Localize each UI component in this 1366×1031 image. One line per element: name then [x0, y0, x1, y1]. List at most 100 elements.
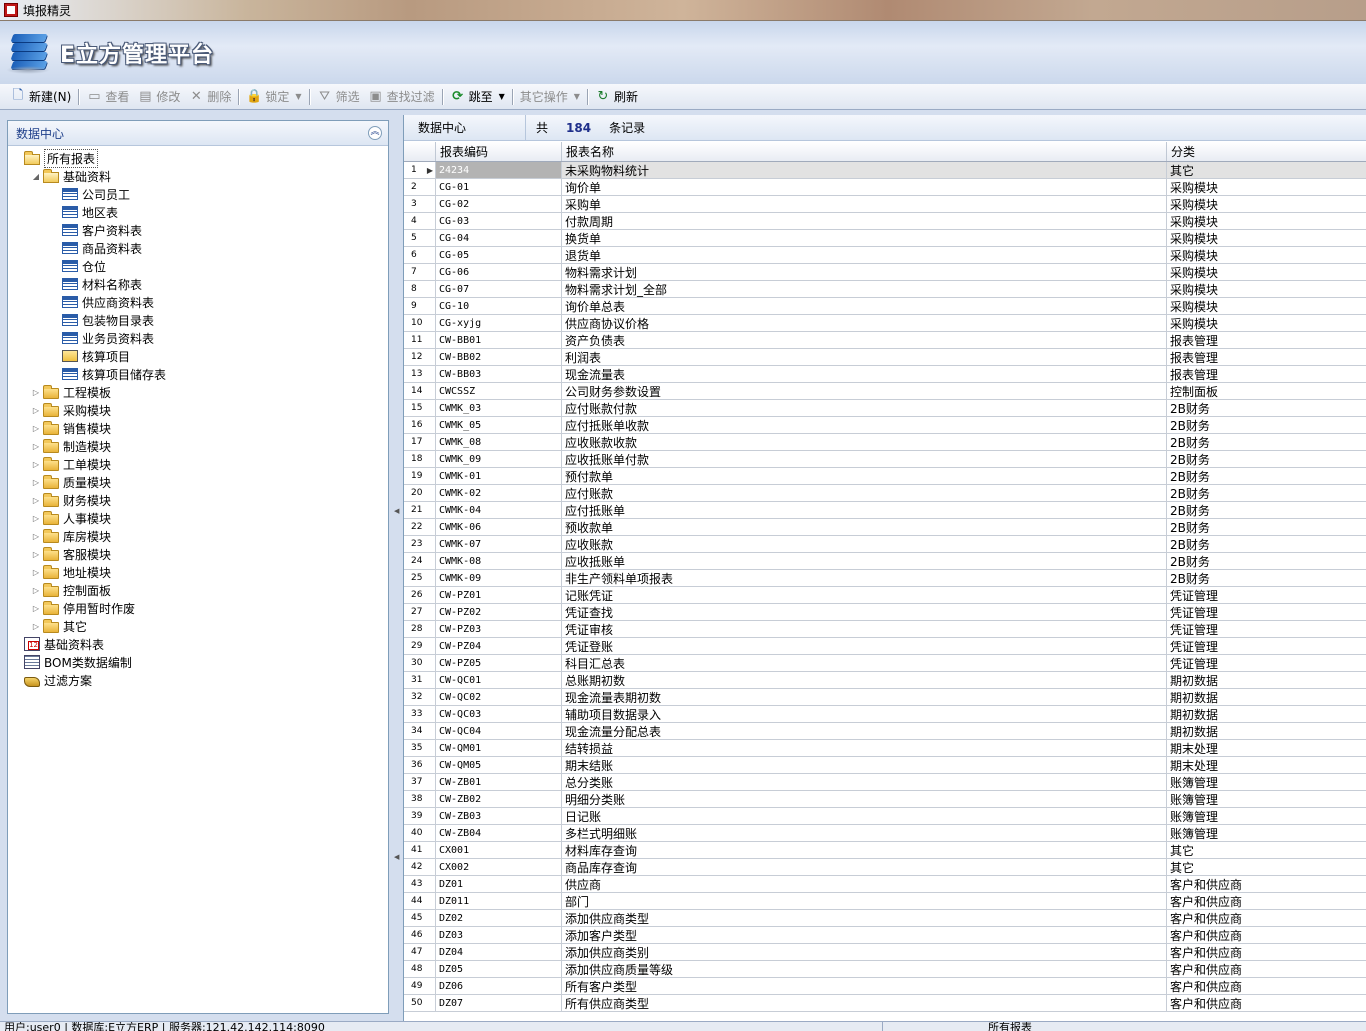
report-name-cell[interactable]: 现金流量表期初数: [562, 689, 1167, 705]
row-number[interactable]: 30: [404, 655, 436, 671]
row-number[interactable]: 33: [404, 706, 436, 722]
report-name-cell[interactable]: 所有供应商类型: [562, 995, 1167, 1011]
report-category-cell[interactable]: 账簿管理: [1167, 774, 1366, 790]
table-row[interactable]: 25 CWMK-09 非生产领料单项报表 2B财务: [404, 570, 1366, 587]
row-number[interactable]: 5: [404, 230, 436, 246]
report-code-cell[interactable]: CWMK_09: [436, 451, 562, 467]
report-category-cell[interactable]: 客户和供应商: [1167, 893, 1366, 909]
splitter-grip-icon[interactable]: ◀: [394, 853, 399, 861]
table-row[interactable]: 27 CW-PZ02 凭证查找 凭证管理: [404, 604, 1366, 621]
row-number[interactable]: 45: [404, 910, 436, 926]
table-row[interactable]: 6 CG-05 退货单 采购模块: [404, 247, 1366, 264]
report-name-cell[interactable]: 应付抵账单收款: [562, 417, 1167, 433]
report-category-cell[interactable]: 采购模块: [1167, 196, 1366, 212]
report-category-cell[interactable]: 账簿管理: [1167, 808, 1366, 824]
row-number[interactable]: 24: [404, 553, 436, 569]
toolbar-button-1[interactable]: ▭ 查看: [82, 86, 133, 108]
table-row[interactable]: 16 CWMK_05 应付抵账单收款 2B财务: [404, 417, 1366, 434]
column-header-category[interactable]: 分类: [1167, 142, 1366, 161]
report-category-cell[interactable]: 期初数据: [1167, 672, 1366, 688]
toolbar-button-9[interactable]: ↻ 刷新: [591, 86, 642, 108]
report-name-cell[interactable]: 利润表: [562, 349, 1167, 365]
collapsed-arrow-icon[interactable]: ▷: [31, 622, 41, 631]
report-category-cell[interactable]: 2B财务: [1167, 434, 1366, 450]
collapsed-arrow-icon[interactable]: ▷: [31, 496, 41, 505]
report-name-cell[interactable]: 多栏式明细账: [562, 825, 1167, 841]
table-row[interactable]: 42 CX002 商品库存查询 其它: [404, 859, 1366, 876]
collapsed-arrow-icon[interactable]: ▷: [31, 424, 41, 433]
report-code-cell[interactable]: CWMK_08: [436, 434, 562, 450]
report-name-cell[interactable]: 采购单: [562, 196, 1167, 212]
table-row[interactable]: 20 CWMK-02 应付账款 2B财务: [404, 485, 1366, 502]
row-number[interactable]: 25: [404, 570, 436, 586]
report-category-cell[interactable]: 2B财务: [1167, 553, 1366, 569]
report-code-cell[interactable]: CWCSSZ: [436, 383, 562, 399]
table-row[interactable]: 19 CWMK-01 预付款单 2B财务: [404, 468, 1366, 485]
collapsed-arrow-icon[interactable]: ▷: [31, 532, 41, 541]
table-row[interactable]: 49 DZ06 所有客户类型 客户和供应商: [404, 978, 1366, 995]
report-name-cell[interactable]: 现金流量表: [562, 366, 1167, 382]
report-category-cell[interactable]: 采购模块: [1167, 315, 1366, 331]
report-code-cell[interactable]: CW-QM01: [436, 740, 562, 756]
report-name-cell[interactable]: 预收款单: [562, 519, 1167, 535]
tree-node[interactable]: ▷ 工单模块: [8, 455, 388, 473]
tree-node[interactable]: ▷ 财务模块: [8, 491, 388, 509]
table-row[interactable]: 26 CW-PZ01 记账凭证 凭证管理: [404, 587, 1366, 604]
report-category-cell[interactable]: 2B财务: [1167, 570, 1366, 586]
row-number[interactable]: 38: [404, 791, 436, 807]
report-code-cell[interactable]: CW-QM05: [436, 757, 562, 773]
report-name-cell[interactable]: 凭证查找: [562, 604, 1167, 620]
row-number[interactable]: 12: [404, 349, 436, 365]
toolbar-button-7[interactable]: ⟳ 跳至 ▼: [446, 86, 509, 108]
report-category-cell[interactable]: 期初数据: [1167, 689, 1366, 705]
report-name-cell[interactable]: 退货单: [562, 247, 1167, 263]
report-category-cell[interactable]: 采购模块: [1167, 213, 1366, 229]
table-row[interactable]: 15 CWMK_03 应付账款付款 2B财务: [404, 400, 1366, 417]
row-number[interactable]: 43: [404, 876, 436, 892]
report-name-cell[interactable]: 现金流量分配总表: [562, 723, 1167, 739]
report-code-cell[interactable]: CWMK-09: [436, 570, 562, 586]
report-category-cell[interactable]: 采购模块: [1167, 298, 1366, 314]
report-code-cell[interactable]: DZ03: [436, 927, 562, 943]
report-name-cell[interactable]: 应付账款: [562, 485, 1167, 501]
table-row[interactable]: 12 CW-BB02 利润表 报表管理: [404, 349, 1366, 366]
row-number[interactable]: 14: [404, 383, 436, 399]
report-name-cell[interactable]: 应收抵账单: [562, 553, 1167, 569]
report-name-cell[interactable]: 添加供应商质量等级: [562, 961, 1167, 977]
tree-node[interactable]: ▷ 库房模块: [8, 527, 388, 545]
report-code-cell[interactable]: CW-PZ03: [436, 621, 562, 637]
tree-node[interactable]: 基础资料表: [8, 635, 388, 653]
toolbar-button-0[interactable]: 🗋 新建(N): [6, 86, 75, 108]
collapsed-arrow-icon[interactable]: ▷: [31, 550, 41, 559]
tree-node[interactable]: 业务员资料表: [8, 329, 388, 347]
report-category-cell[interactable]: 报表管理: [1167, 366, 1366, 382]
report-code-cell[interactable]: CG-04: [436, 230, 562, 246]
table-row[interactable]: 14 CWCSSZ 公司财务参数设置 控制面板: [404, 383, 1366, 400]
report-category-cell[interactable]: 期初数据: [1167, 723, 1366, 739]
report-category-cell[interactable]: 2B财务: [1167, 519, 1366, 535]
row-number[interactable]: 44: [404, 893, 436, 909]
column-header-code[interactable]: 报表编码: [436, 142, 562, 161]
report-category-cell[interactable]: 客户和供应商: [1167, 978, 1366, 994]
report-name-cell[interactable]: 未采购物料统计: [562, 162, 1167, 178]
report-name-cell[interactable]: 添加供应商类别: [562, 944, 1167, 960]
report-code-cell[interactable]: CX001: [436, 842, 562, 858]
row-number[interactable]: 26: [404, 587, 436, 603]
table-row[interactable]: 10 CG-xyjg 供应商协议价格 采购模块: [404, 315, 1366, 332]
report-category-cell[interactable]: 客户和供应商: [1167, 995, 1366, 1011]
report-code-cell[interactable]: CW-PZ04: [436, 638, 562, 654]
table-row[interactable]: 5 CG-04 换货单 采购模块: [404, 230, 1366, 247]
toolbar-button-4[interactable]: 🔒 锁定 ▼: [242, 86, 305, 108]
report-code-cell[interactable]: 24234: [436, 162, 562, 178]
tree-node[interactable]: ▷ 客服模块: [8, 545, 388, 563]
report-name-cell[interactable]: 预付款单: [562, 468, 1167, 484]
table-row[interactable]: 34 CW-QC04 现金流量分配总表 期初数据: [404, 723, 1366, 740]
row-number[interactable]: 8: [404, 281, 436, 297]
report-code-cell[interactable]: CWMK-07: [436, 536, 562, 552]
report-code-cell[interactable]: CW-PZ02: [436, 604, 562, 620]
row-number[interactable]: 3: [404, 196, 436, 212]
table-row[interactable]: 7 CG-06 物料需求计划 采购模块: [404, 264, 1366, 281]
report-code-cell[interactable]: DZ01: [436, 876, 562, 892]
row-number[interactable]: 18: [404, 451, 436, 467]
report-code-cell[interactable]: CG-05: [436, 247, 562, 263]
